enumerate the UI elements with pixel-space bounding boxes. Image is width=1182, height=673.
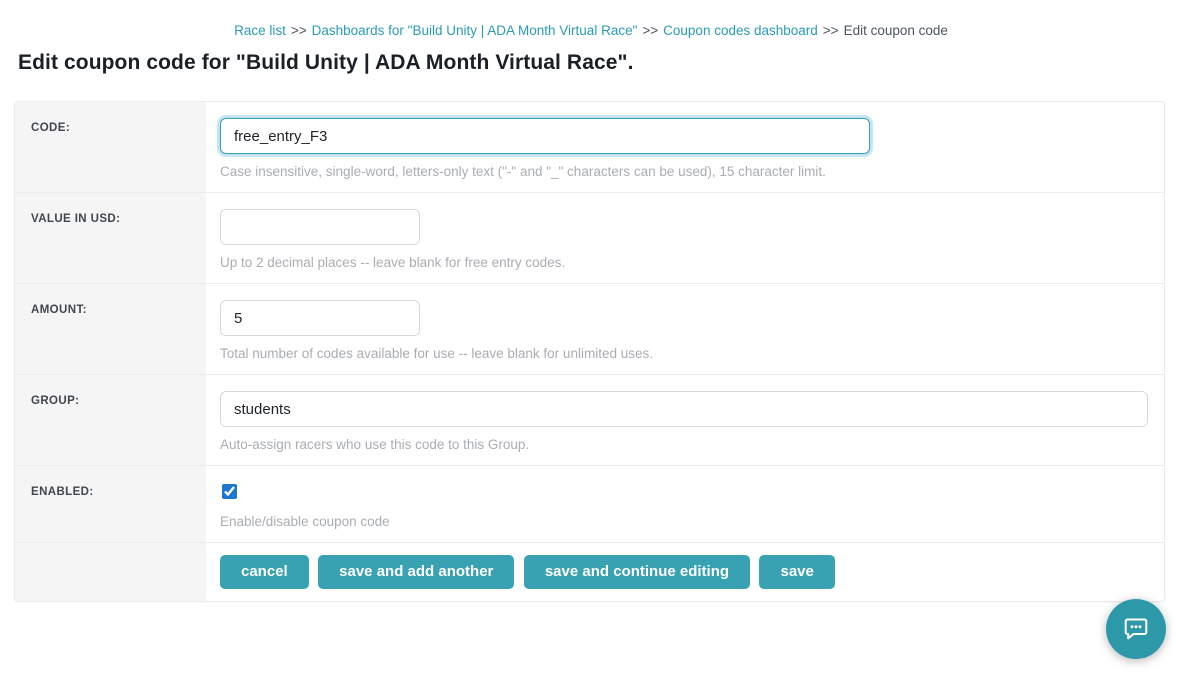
chat-fab-button[interactable] [1106,599,1166,659]
breadcrumb: Race list >> Dashboards for "Build Unity |… [0,0,1182,38]
form-row-enabled: ENABLED: Enable/disable coupon code [15,466,1164,543]
value-usd-help-text: Up to 2 decimal places -- leave blank fo… [220,255,1148,270]
form-actions-row: cancel save and add another save and con… [15,543,1164,601]
enabled-label: ENABLED: [15,466,206,542]
enabled-help-text: Enable/disable coupon code [220,514,1148,529]
save-and-continue-editing-button[interactable]: save and continue editing [524,555,750,589]
form-row-code: CODE: Case insensitive, single-word, let… [15,102,1164,193]
value-usd-label: VALUE IN USD: [15,193,206,283]
code-help-text: Case insensitive, single-word, letters-o… [220,164,1148,179]
form-row-group: GROUP: Auto-assign racers who use this c… [15,375,1164,466]
breadcrumb-current-page: Edit coupon code [844,23,948,38]
breadcrumb-link-dashboards[interactable]: Dashboards for "Build Unity | ADA Month … [312,23,638,38]
amount-label: AMOUNT: [15,284,206,374]
enabled-checkbox[interactable] [222,484,237,499]
breadcrumb-separator: >> [642,23,658,38]
group-input[interactable] [220,391,1148,427]
breadcrumb-link-race-list[interactable]: Race list [234,23,286,38]
coupon-code-form: CODE: Case insensitive, single-word, let… [14,101,1165,602]
value-usd-input[interactable] [220,209,420,245]
breadcrumb-link-coupon-codes-dashboard[interactable]: Coupon codes dashboard [663,23,818,38]
amount-input[interactable] [220,300,420,336]
chat-bubble-icon [1122,616,1150,642]
breadcrumb-separator: >> [291,23,307,38]
code-label: CODE: [15,102,206,192]
group-help-text: Auto-assign racers who use this code to … [220,437,1148,452]
page-title: Edit coupon code for "Build Unity | ADA … [18,51,1182,75]
actions-label-spacer [15,543,206,601]
save-and-add-another-button[interactable]: save and add another [318,555,514,589]
form-row-value-usd: VALUE IN USD: Up to 2 decimal places -- … [15,193,1164,284]
amount-help-text: Total number of codes available for use … [220,346,1148,361]
breadcrumb-separator: >> [823,23,839,38]
save-button[interactable]: save [759,555,834,589]
group-label: GROUP: [15,375,206,465]
cancel-button[interactable]: cancel [220,555,309,589]
code-input[interactable] [220,118,870,154]
form-row-amount: AMOUNT: Total number of codes available … [15,284,1164,375]
